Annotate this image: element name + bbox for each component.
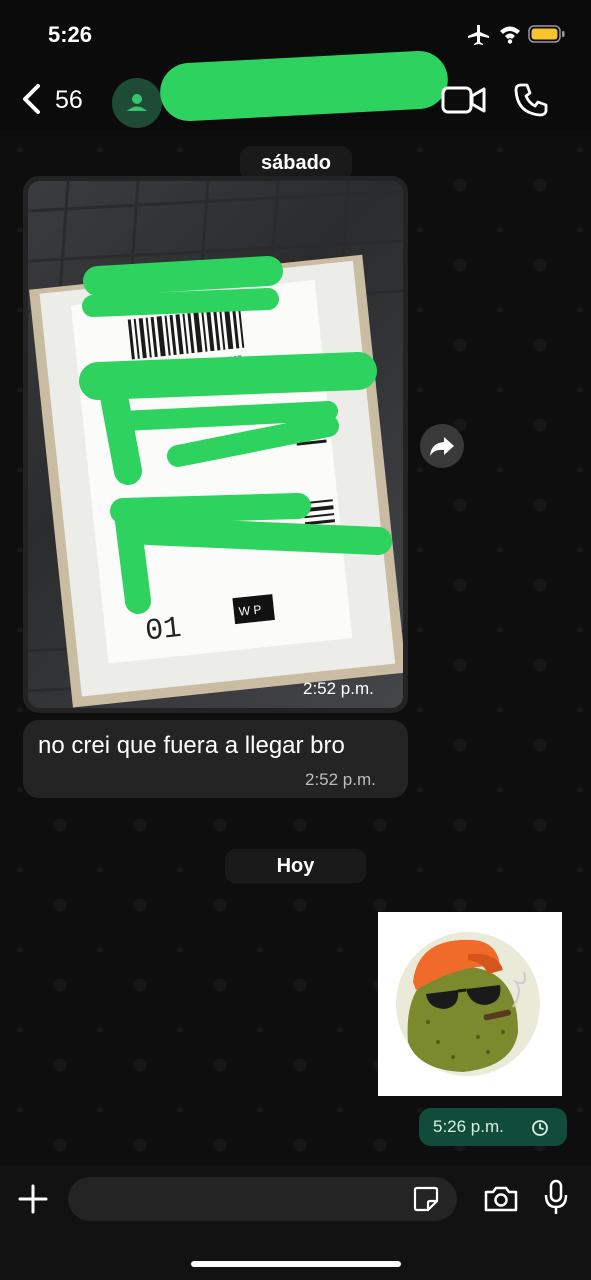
video-call-icon[interactable] <box>441 84 487 116</box>
message-text: no crei que fuera a llegar bro <box>38 732 345 759</box>
camera-icon[interactable] <box>483 1185 519 1213</box>
plus-icon[interactable] <box>17 1183 49 1215</box>
message-input[interactable] <box>68 1177 457 1221</box>
text-message-time: 2:52 p.m. <box>305 770 376 789</box>
forward-arrow-icon <box>430 437 454 456</box>
incoming-text-bubble[interactable]: no crei que fuera a llegar bro 2:52 p.m. <box>23 720 408 798</box>
sticker-icon[interactable] <box>413 1186 439 1212</box>
image-message-time: 2:52 p.m. <box>303 679 374 698</box>
date-separator-saturday: sábado <box>240 146 352 180</box>
wifi-icon <box>500 26 520 44</box>
microphone-icon[interactable] <box>543 1179 569 1217</box>
home-indicator <box>191 1261 401 1267</box>
battery-icon <box>528 25 565 43</box>
forward-button[interactable] <box>420 424 464 468</box>
airplane-icon <box>468 25 489 45</box>
sticker-message[interactable] <box>378 912 562 1096</box>
status-time: 5:26 <box>48 22 93 47</box>
sticker-message-time: 5:26 p.m. <box>433 1117 504 1136</box>
cactus-character-sticker <box>396 932 540 1076</box>
image-message-bubble[interactable]: Código de Rastreo 1837714387 2 KG 01 W P <box>23 176 408 713</box>
package-photo-art: Código de Rastreo 1837714387 2 KG 01 W P <box>28 181 403 708</box>
back-chevron-icon[interactable] <box>18 83 48 115</box>
unread-count[interactable]: 56 <box>55 86 83 115</box>
person-icon <box>127 94 147 111</box>
chat-header: 56 <box>0 49 591 130</box>
label-box-tag: W P <box>238 602 262 618</box>
phone-call-icon[interactable] <box>513 82 549 118</box>
date-separator-today: Hoy <box>225 849 366 883</box>
clock-pending-icon <box>532 1120 548 1136</box>
message-input-bar <box>0 1165 591 1280</box>
contact-avatar[interactable] <box>112 78 162 128</box>
package-photo[interactable]: Código de Rastreo 1837714387 2 KG 01 W P <box>28 181 403 708</box>
outgoing-time-pill: 5:26 p.m. <box>419 1108 567 1146</box>
label-big-digits: 01 <box>144 612 183 650</box>
